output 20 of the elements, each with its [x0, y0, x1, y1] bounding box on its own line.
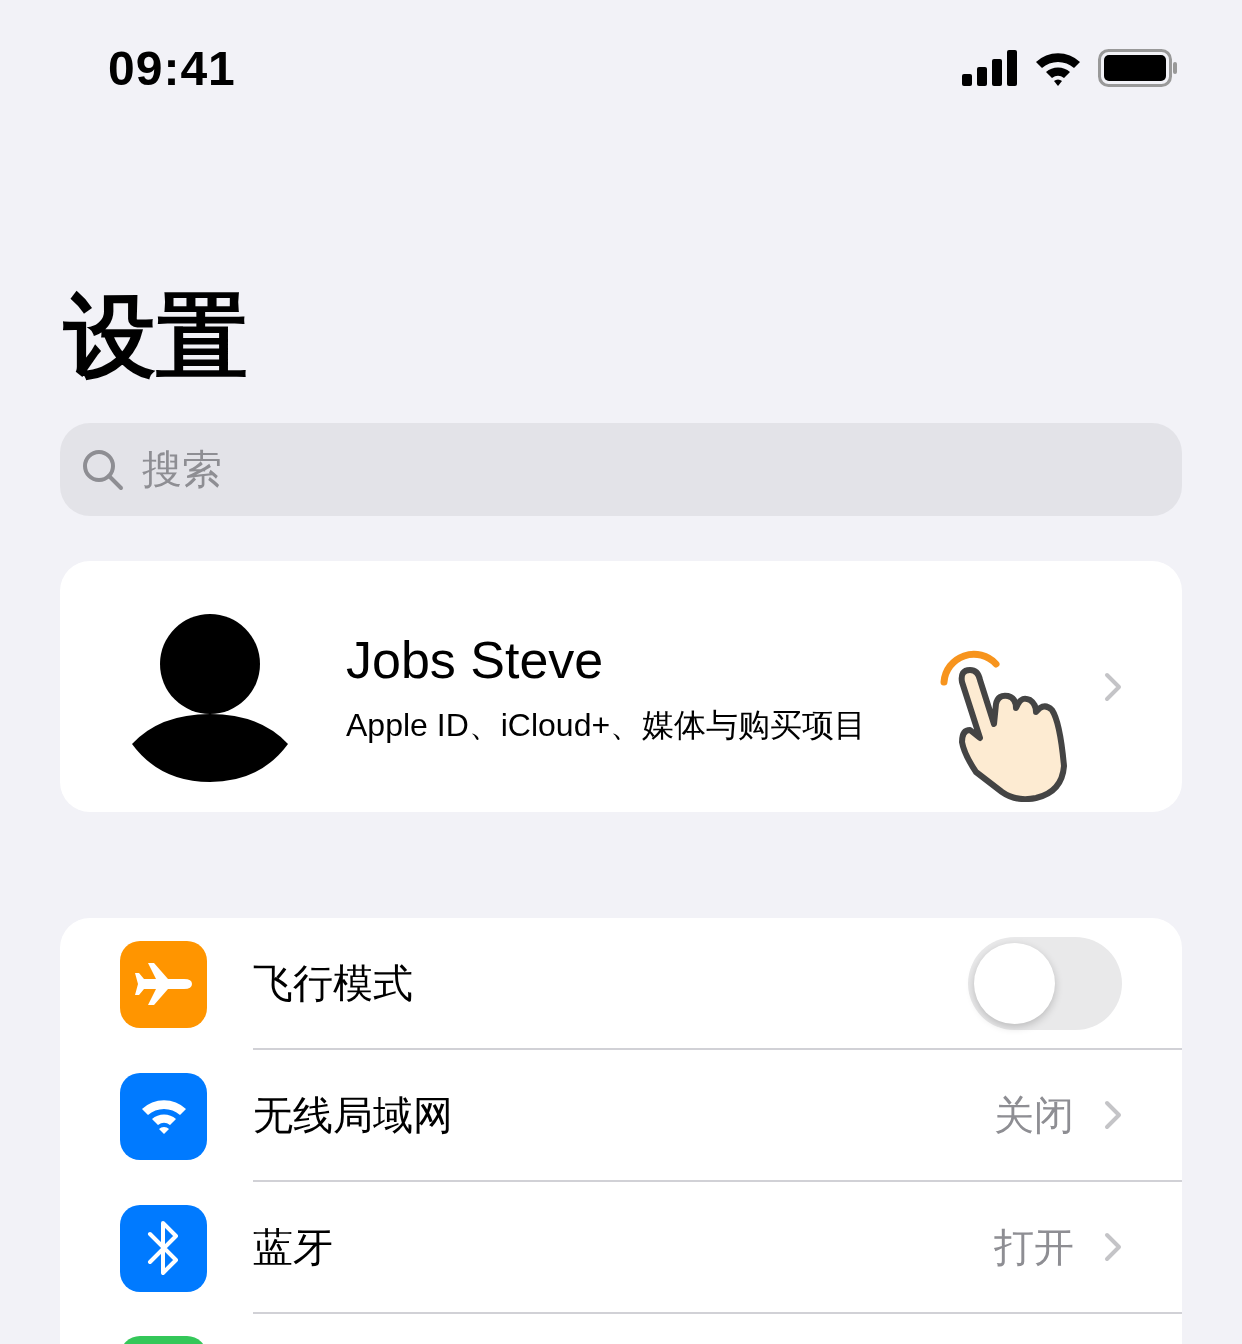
status-time: 09:41 [108, 40, 236, 96]
signal-icon [962, 50, 1018, 86]
profile-card[interactable]: Jobs Steve Apple ID、iCloud+、媒体与购买项目 [60, 561, 1182, 812]
settings-label: 无线局域网 [253, 1091, 454, 1139]
settings-value: 关闭 [994, 1091, 1074, 1139]
settings-label: 飞行模式 [253, 959, 414, 1007]
wifi-icon [1034, 50, 1082, 86]
settings-row[interactable]: 飞行模式 [60, 918, 1182, 1050]
battery-icon [1098, 49, 1178, 87]
settings-value: 打开 [994, 1223, 1074, 1271]
profile-name: Jobs Steve [346, 629, 605, 691]
search-field[interactable]: 搜索 [60, 423, 1182, 516]
settings-row[interactable]: 无线局域网 关闭 [60, 1050, 1182, 1182]
settings-row[interactable]: 蓝牙 打开 [60, 1182, 1182, 1314]
settings-label: 蓝牙 [253, 1223, 334, 1271]
page-title: 设置 [64, 286, 249, 386]
chevron-icon [1104, 671, 1122, 702]
profile-subtitle: Apple ID、iCloud+、媒体与购买项目 [346, 705, 868, 745]
chevron-icon [1104, 1232, 1122, 1262]
chevron-icon [1104, 1100, 1122, 1130]
